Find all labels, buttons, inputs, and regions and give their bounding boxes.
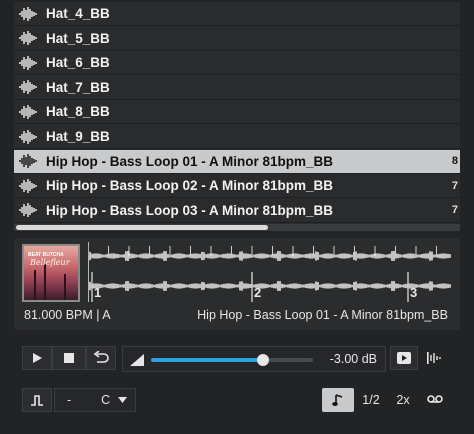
tape-icon [427, 395, 443, 403]
file-list-item-label: Hat_9_BB [46, 129, 110, 144]
audio-waveform-icon [16, 75, 40, 99]
file-list-item-label: Hat_8_BB [46, 104, 110, 120]
file-list: Hat_4_BB Hat_5_BB Hat_6_BB Hat_7_BB Hat_8_BB… [14, 2, 460, 226]
key-value: C [101, 393, 111, 407]
preview-file-name: Hip Hop - Bass Loop 01 - A Minor 81bpm_B… [197, 308, 448, 322]
waveform-channel-2 [89, 281, 451, 291]
bpm-key-readout: 81.000 BPM | A [24, 308, 111, 322]
waveform-toggle-icon [427, 352, 441, 364]
auto-play-button[interactable] [390, 346, 418, 370]
file-list-item[interactable]: Hat_6_BB [14, 51, 460, 76]
file-list-item-label: Hat_5_BB [46, 30, 110, 46]
file-list-item-label: Hip Hop - Bass Loop 03 - A Minor 81bpm_B… [46, 202, 334, 218]
file-list-item[interactable]: Hat_9_BB [14, 125, 460, 149]
audio-waveform-icon [16, 100, 40, 124]
auto-play-icon [397, 352, 411, 364]
file-list-item-label: Hip Hop - Bass Loop 02 - A Minor 81bpm_B… [46, 178, 334, 194]
bar-marker-label: 1 [94, 285, 101, 300]
file-list-item-overflow: 7 [451, 179, 458, 192]
volume-db-readout: -3.00 dB [329, 352, 377, 366]
volume-slider-knob[interactable] [256, 354, 269, 366]
key-selector[interactable]: - C [54, 388, 136, 412]
file-list-item[interactable]: Hip Hop - Bass Loop 03 - A Minor 81bpm_B… [14, 199, 460, 223]
file-list-item-label: Hat_6_BB [46, 55, 110, 71]
loop-icon [93, 351, 109, 363]
double-speed-label: 2x [396, 393, 410, 407]
bar-marker-label: 3 [410, 285, 417, 300]
file-list-item-label: Hip Hop - Bass Loop 01 - A Minor 81bpm_B… [46, 153, 334, 169]
volume-control[interactable]: -3.00 dB [122, 346, 386, 372]
file-list-item[interactable]: Hip Hop - Bass Loop 01 - A Minor 81bpm_B… [14, 149, 460, 174]
file-list-item[interactable]: Hat_7_BB [14, 76, 460, 100]
file-list-item[interactable]: Hat_5_BB [14, 27, 460, 51]
pitch-button[interactable] [22, 388, 52, 412]
double-speed-button[interactable]: 2x [388, 388, 418, 412]
file-list-item-overflow: 7 [451, 204, 458, 217]
half-speed-button[interactable]: 1/2 [356, 388, 386, 412]
media-browser-panel: Hat_4_BB Hat_5_BB Hat_6_BB Hat_7_BB Hat_8_BB… [0, 0, 474, 434]
stop-button[interactable] [52, 346, 86, 370]
horizontal-scrollbar[interactable] [14, 224, 460, 231]
preview-panel: BEAT BUTCHA Bellefleur 1 2 3 81.000 BPM | … [14, 238, 460, 330]
original-speed-button[interactable] [322, 388, 354, 412]
scrollbar-thumb[interactable] [16, 225, 268, 230]
bar-marker-label: 2 [254, 285, 261, 300]
audio-waveform-icon [16, 125, 40, 149]
album-artwork: BEAT BUTCHA Bellefleur [22, 244, 80, 302]
volume-ramp-icon [130, 354, 144, 366]
file-list-item[interactable]: Hip Hop - Bass Loop 02 - A Minor 81bpm_B… [14, 174, 460, 199]
audio-waveform-icon [16, 26, 40, 50]
audio-waveform-icon [16, 174, 40, 198]
loop-button[interactable] [86, 346, 116, 370]
file-list-item[interactable]: Hat_8_BB [14, 100, 460, 125]
tape-mode-button[interactable] [420, 388, 450, 412]
waveform-display[interactable]: 1 2 3 [88, 242, 454, 302]
stop-icon [64, 353, 74, 363]
volume-slider-fill [151, 358, 263, 362]
file-list-item-label: Hat_4_BB [46, 6, 110, 21]
chevron-down-icon [118, 396, 128, 403]
audio-waveform-icon [16, 198, 40, 222]
music-note-icon [332, 394, 343, 406]
pitch-value: - [67, 393, 72, 407]
file-list-item-label: Hat_7_BB [46, 79, 110, 95]
file-list-item[interactable]: Hat_4_BB [14, 2, 460, 26]
play-button[interactable] [22, 346, 52, 370]
volume-slider[interactable] [151, 354, 313, 366]
pulse-icon [31, 395, 43, 406]
play-icon [33, 353, 42, 363]
audio-waveform-icon [16, 149, 40, 173]
audio-waveform-icon [16, 2, 40, 26]
file-list-item-overflow: 8 [451, 155, 458, 168]
waveform-toggle-button[interactable] [420, 346, 448, 370]
half-speed-label: 1/2 [362, 393, 380, 407]
audio-waveform-icon [16, 51, 40, 75]
artwork-script: Bellefleur [30, 258, 70, 267]
